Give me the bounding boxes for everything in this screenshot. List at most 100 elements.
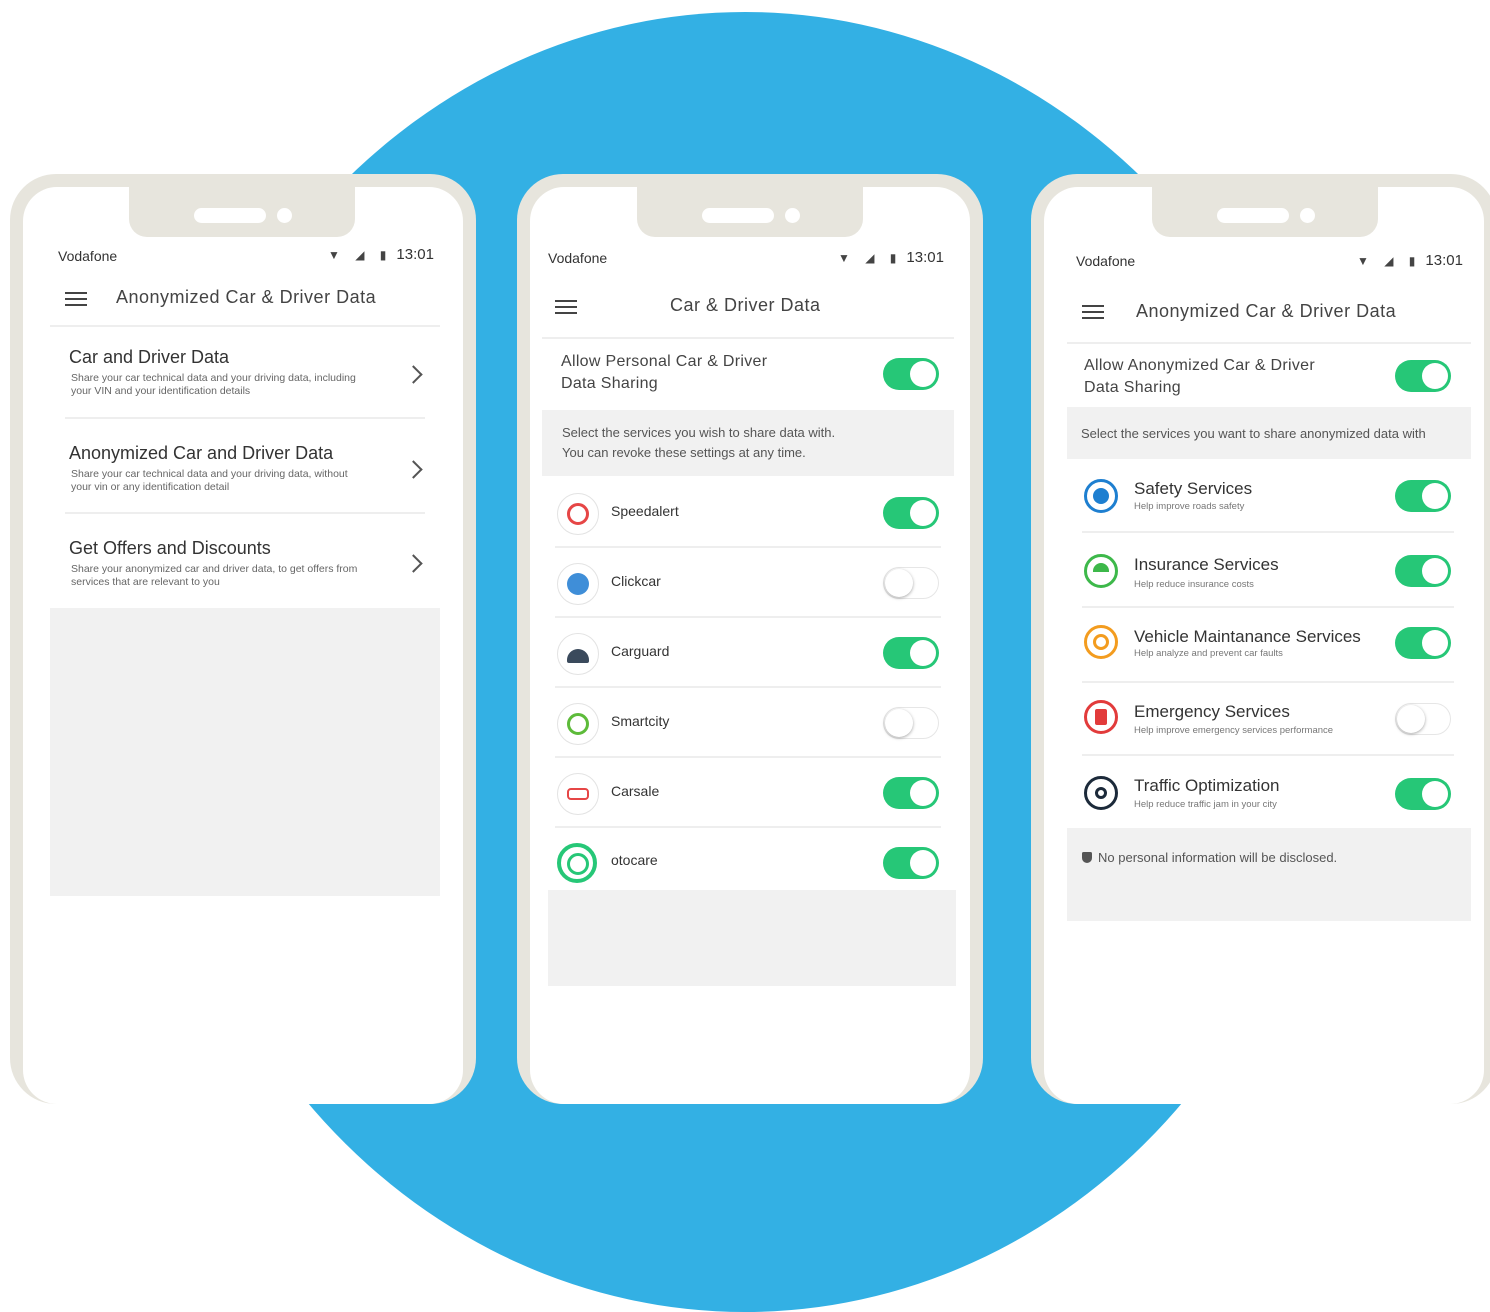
allow-sharing-label: Allow Anonymized Car & Driver Data Shari…	[1084, 355, 1315, 399]
divider	[555, 546, 941, 548]
clock: 13:01	[396, 246, 434, 263]
divider	[1082, 606, 1454, 608]
divider	[555, 686, 941, 688]
car-sale-icon	[557, 773, 599, 815]
info-line: You can revoke these settings at any tim…	[562, 445, 806, 460]
service-label: Speedalert	[611, 503, 679, 519]
signal-icons: ▼ ◢ ▮	[838, 251, 903, 265]
divider	[1082, 531, 1454, 533]
status-bar-right: ▼ ◢ ▮ 13:01	[838, 249, 944, 266]
divider	[555, 756, 941, 758]
signal-icons: ▼ ◢ ▮	[328, 248, 393, 262]
service-label: otocare	[611, 852, 658, 868]
phone-notch	[637, 187, 863, 237]
phone-notch	[129, 187, 355, 237]
service-toggle-carguard[interactable]	[883, 637, 939, 669]
hamburger-menu-icon[interactable]	[555, 300, 577, 314]
service-toggle-carsale[interactable]	[883, 777, 939, 809]
clock: 13:01	[906, 249, 944, 266]
category-toggle-traffic[interactable]	[1395, 778, 1451, 810]
category-subtitle: Help improve roads safety	[1134, 501, 1245, 512]
service-label: Carguard	[611, 643, 670, 659]
service-label: Smartcity	[611, 713, 670, 729]
carrier-label: Vodafone	[58, 248, 118, 264]
status-bar-right: ▼ ◢ ▮ 13:01	[1357, 252, 1463, 269]
allow-sharing-line: Allow Anonymized Car & Driver	[1084, 357, 1315, 374]
hamburger-menu-icon[interactable]	[65, 292, 87, 306]
service-label: Carsale	[611, 783, 660, 799]
info-text: Select the services you wish to share da…	[562, 423, 835, 463]
empty-area	[548, 890, 956, 986]
divider	[65, 417, 425, 419]
menu-item-title: Get Offers and Discounts	[69, 538, 271, 558]
category-title: Emergency Services	[1134, 702, 1290, 721]
category-subtitle: Help reduce insurance costs	[1134, 579, 1254, 590]
category-toggle-maintenance[interactable]	[1395, 627, 1451, 659]
info-text: Select the services you want to share an…	[1081, 426, 1426, 441]
cone-icon	[1084, 700, 1118, 734]
phone-screen: Vodafone ▼ ◢ ▮ 13:01 Car & Driver Data Al…	[530, 187, 970, 1104]
shield-icon	[1082, 852, 1092, 863]
allow-sharing-label: Allow Personal Car & Driver Data Sharing	[561, 351, 767, 395]
category-toggle-insurance[interactable]	[1395, 555, 1451, 587]
category-title: Safety Services	[1134, 479, 1253, 498]
globe-icon	[557, 703, 599, 745]
page-title: Anonymized Car & Driver Data	[1136, 301, 1397, 321]
allow-sharing-line: Data Sharing	[1084, 379, 1181, 396]
menu-item-title: Car and Driver Data	[69, 347, 230, 367]
category-title: Insurance Services	[1134, 555, 1279, 574]
siren-icon	[557, 633, 599, 675]
menu-item-description: Share your car technical data and your d…	[71, 468, 348, 493]
note-area	[1067, 828, 1471, 921]
category-subtitle: Help analyze and prevent car faults	[1134, 648, 1283, 659]
phone-menu: Vodafone ▼ ◢ ▮ 13:01 Anonymized Car & Dri…	[10, 174, 476, 1104]
allow-sharing-toggle[interactable]	[1395, 360, 1451, 392]
info-line: Select the services you wish to share da…	[562, 425, 836, 440]
divider	[1082, 681, 1454, 683]
page-title: Anonymized Car & Driver Data	[116, 287, 377, 307]
category-title: Traffic Optimization	[1134, 776, 1280, 795]
umbrella-icon	[1084, 554, 1118, 588]
hamburger-menu-icon[interactable]	[1082, 305, 1104, 319]
menu-item-description: Share your car technical data and your d…	[71, 372, 356, 397]
speed-alert-icon	[557, 493, 599, 535]
category-subtitle: Help reduce traffic jam in your city	[1134, 799, 1277, 810]
category-title: Vehicle Maintanance Services	[1134, 627, 1361, 646]
phone-screen: Vodafone ▼ ◢ ▮ 13:01 Anonymized Car & Dri…	[23, 187, 463, 1104]
allow-sharing-line: Allow Personal Car & Driver	[561, 353, 768, 370]
carrier-label: Vodafone	[1076, 253, 1136, 269]
seatbelt-icon	[1084, 479, 1118, 513]
privacy-note: No personal information will be disclose…	[1082, 850, 1337, 865]
chevron-right-icon	[404, 365, 423, 384]
page-title: Car & Driver Data	[670, 295, 821, 315]
service-toggle-clickcar[interactable]	[883, 567, 939, 599]
divider	[542, 337, 954, 339]
chevron-right-icon	[404, 554, 423, 573]
divider	[1067, 342, 1471, 344]
category-toggle-safety[interactable]	[1395, 480, 1451, 512]
category-toggle-emergency[interactable]	[1395, 703, 1451, 735]
clock: 13:01	[1425, 252, 1463, 269]
service-toggle-otocare[interactable]	[883, 847, 939, 879]
cloud-icon	[557, 563, 599, 605]
steering-wheel-icon	[1084, 776, 1118, 810]
otocare-icon	[557, 843, 597, 883]
service-toggle-speedalert[interactable]	[883, 497, 939, 529]
divider	[50, 325, 440, 327]
category-subtitle: Help improve emergency services performa…	[1134, 725, 1334, 736]
phone-notch	[1152, 187, 1378, 237]
divider	[555, 616, 941, 618]
signal-icons: ▼ ◢ ▮	[1357, 254, 1422, 268]
carrier-label: Vodafone	[548, 250, 608, 266]
allow-sharing-line: Data Sharing	[561, 375, 658, 392]
allow-sharing-toggle[interactable]	[883, 358, 939, 390]
menu-item-description: Share your anonymized car and driver dat…	[71, 563, 358, 588]
menu-item-title: Anonymized Car and Driver Data	[69, 443, 334, 463]
phone-screen: Vodafone ▼ ◢ ▮ 13:01 Anonymized Car & Dri…	[1044, 187, 1484, 1104]
divider	[65, 512, 425, 514]
service-toggle-smartcity[interactable]	[883, 707, 939, 739]
divider	[1082, 754, 1454, 756]
divider	[555, 826, 941, 828]
service-label: Clickcar	[611, 573, 661, 589]
chevron-right-icon	[404, 460, 423, 479]
